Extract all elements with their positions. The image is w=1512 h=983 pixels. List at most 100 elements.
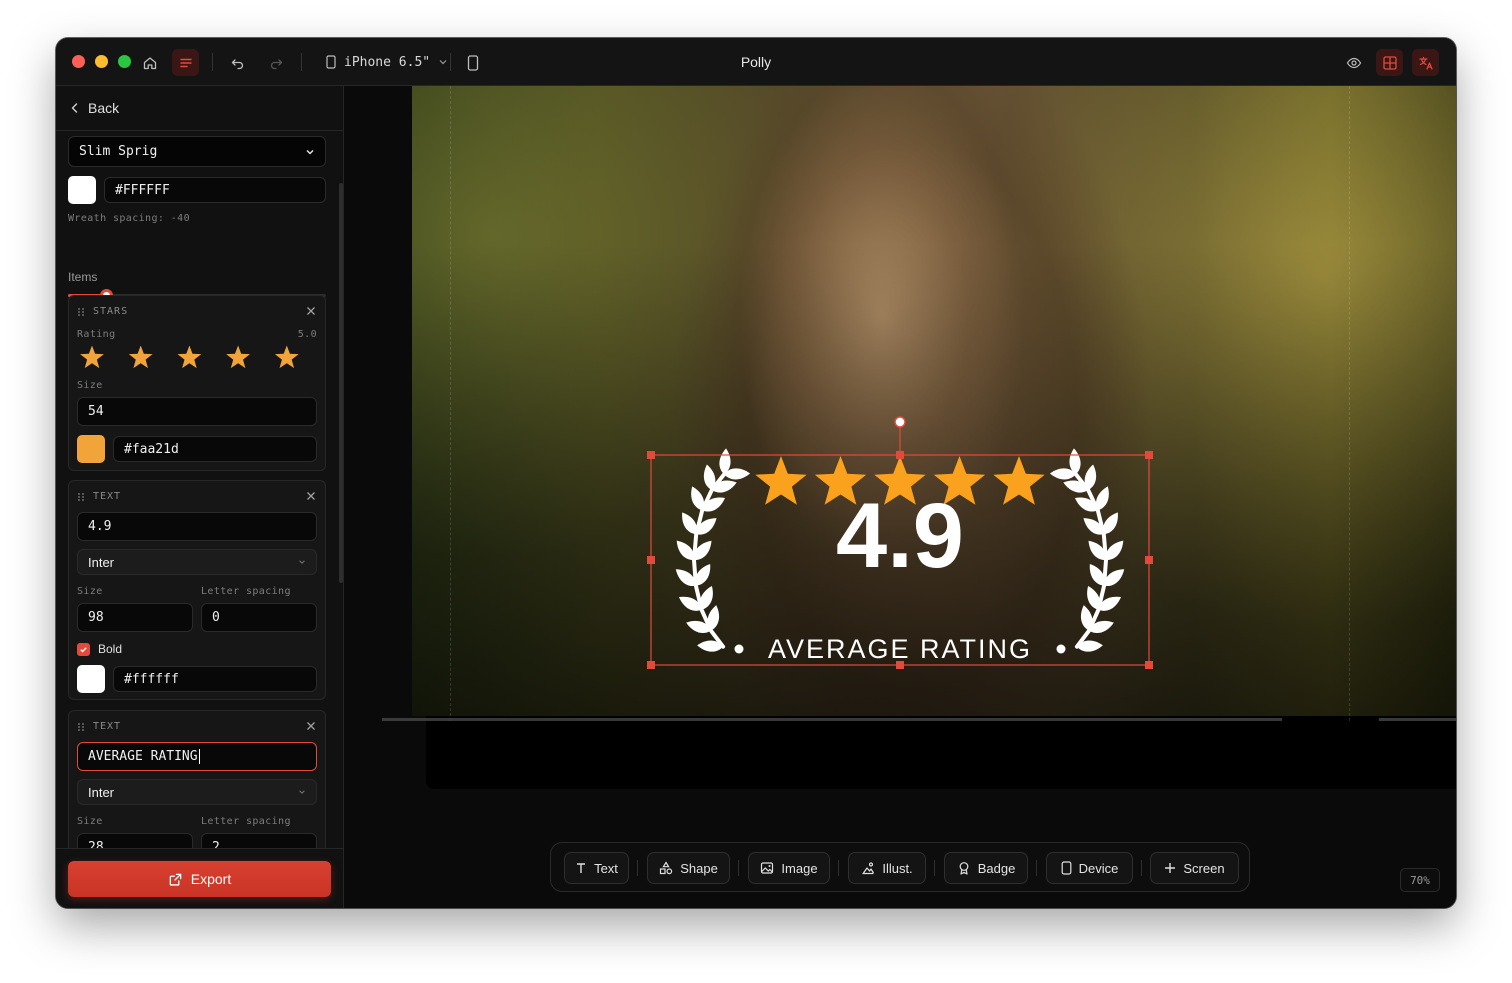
rating-star[interactable]	[80, 345, 104, 369]
app-title: Polly	[740, 54, 772, 70]
add-image-button[interactable]: Image	[748, 852, 830, 884]
add-text-label: Text	[594, 860, 618, 876]
grid-icon	[1382, 55, 1397, 70]
grid-view-button[interactable]	[1376, 49, 1403, 76]
badge-color-swatch[interactable]	[68, 176, 96, 204]
export-button[interactable]: Export	[68, 861, 331, 897]
resize-handle[interactable]	[1145, 661, 1153, 669]
resize-handle[interactable]	[647, 451, 655, 459]
resize-handle[interactable]	[647, 556, 655, 564]
text-color-swatch[interactable]	[77, 665, 105, 693]
badge-color-input[interactable]: #FFFFFF	[104, 177, 326, 203]
drag-handle-icon[interactable]	[77, 492, 85, 502]
star-size-input[interactable]: 54	[77, 397, 317, 426]
caption-font-value: Inter	[88, 784, 115, 800]
text-content-value: 4.9	[88, 519, 112, 534]
resize-handle[interactable]	[1145, 556, 1153, 564]
text-font-select[interactable]: Inter	[77, 549, 317, 575]
star-size-value: 54	[88, 404, 104, 419]
add-shape-label: Shape	[680, 860, 718, 876]
chevron-down-icon	[299, 790, 305, 794]
award-icon	[959, 862, 969, 875]
add-image-label: Image	[781, 860, 818, 876]
wreath-spacing-label: Wreath spacing: -40	[68, 213, 190, 224]
card-type-label: TEXT	[93, 721, 122, 732]
zoom-indicator[interactable]: 70%	[1400, 868, 1440, 892]
insert-toolbar: Text Shape Image Illust. Badge Device Sc…	[550, 842, 1250, 892]
text-size-input[interactable]: 98	[77, 603, 193, 632]
letter-spacing-value: 0	[212, 610, 220, 625]
bold-checkbox[interactable]: Bold	[77, 642, 122, 656]
size-label: Size	[77, 816, 103, 827]
resize-handle[interactable]	[896, 661, 904, 669]
card-type-label: TEXT	[93, 491, 122, 502]
close-icon[interactable]	[306, 306, 316, 316]
text-size-value: 98	[88, 610, 104, 625]
add-shape-button[interactable]: Shape	[647, 852, 730, 884]
export-label: Export	[190, 871, 232, 887]
rating-star[interactable]	[274, 345, 299, 369]
card-header: STARS	[77, 306, 128, 317]
badge-font-value: Slim Sprig	[79, 144, 158, 159]
add-text-button[interactable]: Text	[564, 852, 629, 884]
close-icon[interactable]	[306, 491, 316, 501]
translate-icon	[1418, 56, 1433, 70]
bold-label: Bold	[98, 642, 123, 656]
rating-star[interactable]	[177, 345, 202, 369]
add-badge-button[interactable]: Badge	[944, 852, 1028, 884]
back-label: Back	[88, 100, 120, 116]
toolbar-divider	[1036, 860, 1037, 876]
back-button[interactable]: Back	[70, 98, 119, 118]
resize-handle[interactable]	[896, 451, 904, 459]
caption-text-input[interactable]: AVERAGE RATING	[77, 742, 317, 771]
rating-label: Rating	[77, 329, 116, 340]
translate-button[interactable]	[1412, 49, 1439, 76]
image-icon	[761, 862, 774, 874]
badge-star	[755, 456, 807, 505]
text-font-value: Inter	[88, 554, 115, 570]
rating-star[interactable]	[226, 345, 250, 369]
star-color-input[interactable]: #faa21d	[113, 436, 317, 462]
text-icon	[577, 863, 586, 873]
rating-badge[interactable]: 4.9 AVERAGE RATING	[344, 86, 1456, 746]
add-screen-label: Screen	[1183, 860, 1225, 876]
add-device-label: Device	[1078, 860, 1119, 876]
design-canvas[interactable]: 4.9 AVERAGE RATING Text Shape Image Illu…	[344, 86, 1456, 908]
shapes-icon	[660, 861, 673, 875]
add-illustration-label: Illust.	[882, 860, 913, 876]
letter-spacing-label: Letter spacing	[201, 816, 291, 827]
text-color-input[interactable]: #ffffff	[113, 666, 317, 692]
text-color-value: #ffffff	[124, 671, 179, 687]
chevron-down-icon	[299, 560, 305, 564]
add-illustration-button[interactable]: Illust.	[848, 852, 926, 884]
app-window: iPhone 6.5" Polly Back Slim Sprig #FFFFF…	[56, 38, 1456, 908]
eye-icon	[1346, 57, 1361, 68]
toolbar-divider	[838, 860, 839, 876]
caption-font-select[interactable]: Inter	[77, 779, 317, 805]
card-header: TEXT	[77, 491, 121, 502]
card-header: TEXT	[77, 721, 121, 732]
letter-spacing-input[interactable]: 0	[201, 603, 317, 632]
plus-icon	[1165, 863, 1176, 873]
drag-handle-icon[interactable]	[77, 722, 85, 732]
star-color-swatch[interactable]	[77, 435, 105, 463]
rotate-handle[interactable]	[894, 416, 906, 428]
badge-caption-text[interactable]: AVERAGE RATING	[768, 634, 1032, 664]
caption-text-value: AVERAGE RATING	[88, 749, 198, 764]
rating-star[interactable]	[128, 345, 153, 369]
add-screen-button[interactable]: Screen	[1150, 852, 1239, 884]
preview-button[interactable]	[1340, 49, 1367, 76]
text-content-input[interactable]: 4.9	[77, 512, 317, 541]
rating-stars-control[interactable]	[77, 344, 317, 370]
resize-handle[interactable]	[1145, 451, 1153, 459]
drag-handle-icon[interactable]	[77, 307, 85, 317]
close-icon[interactable]	[306, 721, 316, 731]
sidebar-scrollbar[interactable]	[339, 183, 343, 583]
badge-rating-text[interactable]: 4.9	[836, 485, 964, 587]
toolbar-divider	[738, 860, 739, 876]
laurel-wreath-left	[672, 447, 751, 654]
laurel-wreath-right	[1049, 447, 1128, 654]
badge-font-select[interactable]: Slim Sprig	[68, 136, 326, 167]
add-device-button[interactable]: Device	[1046, 852, 1133, 884]
resize-handle[interactable]	[647, 661, 655, 669]
